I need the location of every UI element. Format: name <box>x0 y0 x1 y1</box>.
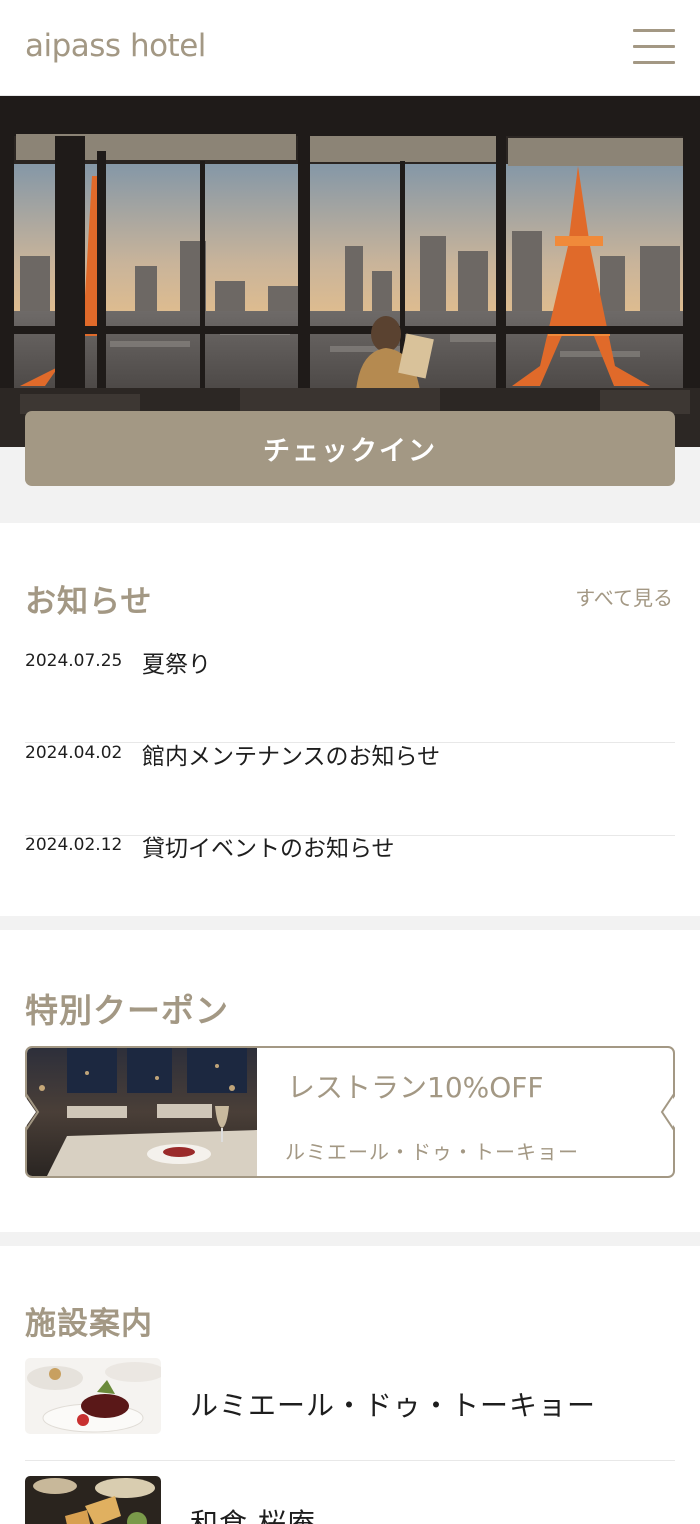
coupon-notch-left <box>22 1092 40 1132</box>
news-title: 貸切イベントのお知らせ <box>142 836 395 862</box>
facility-item[interactable]: ルミエール・ドゥ・トーキョー <box>25 1358 675 1461</box>
facility-thumbnail <box>25 1476 161 1524</box>
coupon-subtitle: ルミエール・ドゥ・トーキョー <box>285 1140 579 1164</box>
checkin-button[interactable]: チェックイン <box>25 411 675 486</box>
news-date: 2024.04.02 <box>25 743 123 763</box>
facility-name: 和食 桜庵 <box>190 1507 316 1524</box>
news-item[interactable]: 2024.02.12 貸切イベントのお知らせ <box>25 835 675 927</box>
news-date: 2024.07.25 <box>25 651 123 671</box>
restaurant-coupon-image <box>27 1048 257 1176</box>
facilities-section: 施設案内 ルミエール・ドゥ・トーキョー 和食 桜庵 <box>0 1246 700 1524</box>
facility-name: ルミエール・ドゥ・トーキョー <box>190 1389 597 1422</box>
news-heading: お知らせ <box>25 584 153 620</box>
news-item[interactable]: 2024.04.02 館内メンテナンスのお知らせ <box>25 743 675 836</box>
news-item[interactable]: 2024.07.25 夏祭り <box>25 651 675 743</box>
facilities-heading: 施設案内 <box>25 1306 153 1342</box>
hero-image <box>0 96 700 447</box>
hamburger-menu-icon[interactable] <box>628 25 680 69</box>
news-date: 2024.02.12 <box>25 835 123 855</box>
news-section: お知らせ すべて見る 2024.07.25 夏祭り 2024.04.02 館内メ… <box>0 523 700 916</box>
coupon-heading: 特別クーポン <box>25 991 229 1030</box>
coupon-notch-right <box>660 1092 678 1132</box>
coupon-card[interactable]: レストラン10%OFF ルミエール・ドゥ・トーキョー <box>25 1046 675 1178</box>
see-all-link[interactable]: すべて見る <box>575 582 673 611</box>
facility-item[interactable]: 和食 桜庵 <box>25 1476 675 1524</box>
news-title: 夏祭り <box>142 652 211 678</box>
news-title: 館内メンテナンスのお知らせ <box>142 744 441 770</box>
app-header: aipass hotel <box>0 0 700 96</box>
facility-thumbnail <box>25 1358 161 1434</box>
hotel-logo[interactable]: aipass hotel <box>25 28 206 64</box>
coupon-title: レストラン10%OFF <box>287 1071 544 1104</box>
